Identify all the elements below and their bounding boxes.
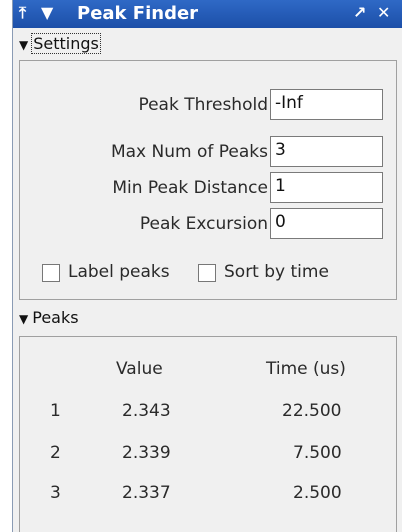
peak-time: 22.500 (282, 401, 342, 421)
row-index: 2 (50, 443, 61, 463)
field-peak-threshold: Peak Threshold -Inf (20, 89, 398, 121)
float-icon[interactable]: ↗ (353, 3, 366, 22)
peak-threshold-label: Peak Threshold (138, 95, 268, 115)
min-peak-distance-input[interactable]: 1 (270, 172, 383, 203)
undock-icon[interactable]: ⤒ (19, 3, 26, 23)
peak-value: 2.343 (122, 401, 171, 421)
sort-by-time-checkbox[interactable] (198, 264, 216, 282)
max-num-peaks-label: Max Num of Peaks (110, 142, 268, 162)
min-peak-distance-label: Min Peak Distance (112, 178, 268, 198)
panel-title: Peak Finder (77, 3, 199, 24)
peak-value: 2.339 (122, 443, 171, 463)
close-icon[interactable]: ✕ (377, 3, 390, 22)
field-max-num-peaks: Max Num of Peaks 3 (20, 136, 398, 168)
row-index: 1 (50, 401, 61, 421)
peak-excursion-input[interactable]: 0 (270, 208, 383, 239)
peaks-table: Value Time (us) 1 2.343 22.500 2 2.339 7… (19, 336, 397, 532)
max-num-peaks-input[interactable]: 3 (270, 136, 383, 167)
column-header-value: Value (116, 359, 163, 379)
label-peaks-checkbox[interactable] (42, 264, 60, 282)
label-peaks-label[interactable]: Label peaks (68, 262, 170, 282)
collapse-arrow-icon: ▼ (19, 38, 29, 52)
panel-menu-icon[interactable]: ▼ (41, 3, 53, 22)
settings-header-label: Settings (31, 33, 101, 54)
peak-finder-panel: ⤒ ▼ Peak Finder ↗ ✕ ▼ Settings Peak Thres… (12, 0, 402, 532)
field-min-peak-distance: Min Peak Distance 1 (20, 172, 398, 204)
title-bar: ⤒ ▼ Peak Finder ↗ ✕ (13, 0, 402, 28)
collapse-arrow-icon: ▼ (19, 312, 29, 326)
peak-time: 2.500 (293, 483, 342, 503)
row-index: 3 (50, 483, 61, 503)
peak-value: 2.337 (122, 483, 171, 503)
field-peak-excursion: Peak Excursion 0 (20, 208, 398, 240)
settings-box: Peak Threshold -Inf Max Num of Peaks 3 M… (19, 60, 397, 300)
sort-by-time-label[interactable]: Sort by time (224, 262, 329, 282)
settings-section-header[interactable]: ▼ Settings (19, 32, 101, 56)
peaks-section-header[interactable]: ▼ Peaks (19, 306, 79, 330)
column-header-time: Time (us) (266, 359, 346, 379)
peak-time: 7.500 (293, 443, 342, 463)
peak-excursion-label: Peak Excursion (139, 214, 268, 234)
peaks-header-label: Peaks (32, 308, 79, 327)
peak-threshold-input[interactable]: -Inf (270, 89, 383, 120)
